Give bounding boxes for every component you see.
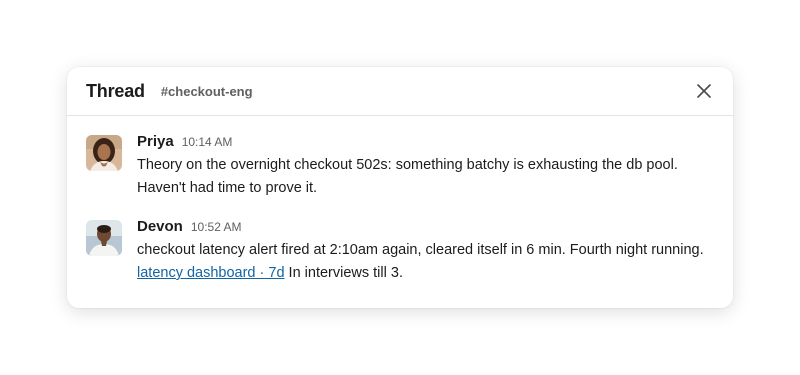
message-content: Priya 10:14 AM Theory on the overnight c…: [137, 133, 707, 200]
timestamp[interactable]: 10:52 AM: [191, 220, 242, 234]
message-text: In interviews till 3.: [284, 265, 403, 281]
message-text: checkout latency alert fired at 2:10am a…: [137, 242, 704, 258]
thread-header: Thread #checkout-eng: [67, 67, 733, 116]
thread-panel: Thread #checkout-eng Priya 10:14 AM Theo…: [67, 67, 733, 308]
message-text: Theory on the overnight checkout 502s: s…: [137, 157, 678, 173]
author-name[interactable]: Devon: [137, 218, 183, 235]
timestamp[interactable]: 10:14 AM: [182, 135, 233, 149]
message-content: Devon 10:52 AM checkout latency alert fi…: [137, 218, 707, 285]
avatar[interactable]: [86, 135, 122, 171]
channel-name[interactable]: #checkout-eng: [161, 84, 253, 99]
message-text: Haven't had time to prove it.: [137, 180, 318, 196]
message-meta: Devon 10:52 AM: [137, 218, 707, 238]
message-text-line: latency dashboard · 7d In interviews til…: [137, 262, 707, 285]
close-icon[interactable]: [695, 82, 713, 100]
avatar[interactable]: [86, 220, 122, 256]
author-name[interactable]: Priya: [137, 133, 174, 150]
message-body: Theory on the overnight checkout 502s: s…: [137, 154, 707, 200]
dashboard-link[interactable]: latency dashboard · 7d: [137, 265, 285, 281]
thread-title: Thread: [86, 80, 145, 101]
message-body: checkout latency alert fired at 2:10am a…: [137, 239, 707, 285]
message-meta: Priya 10:14 AM: [137, 133, 707, 153]
